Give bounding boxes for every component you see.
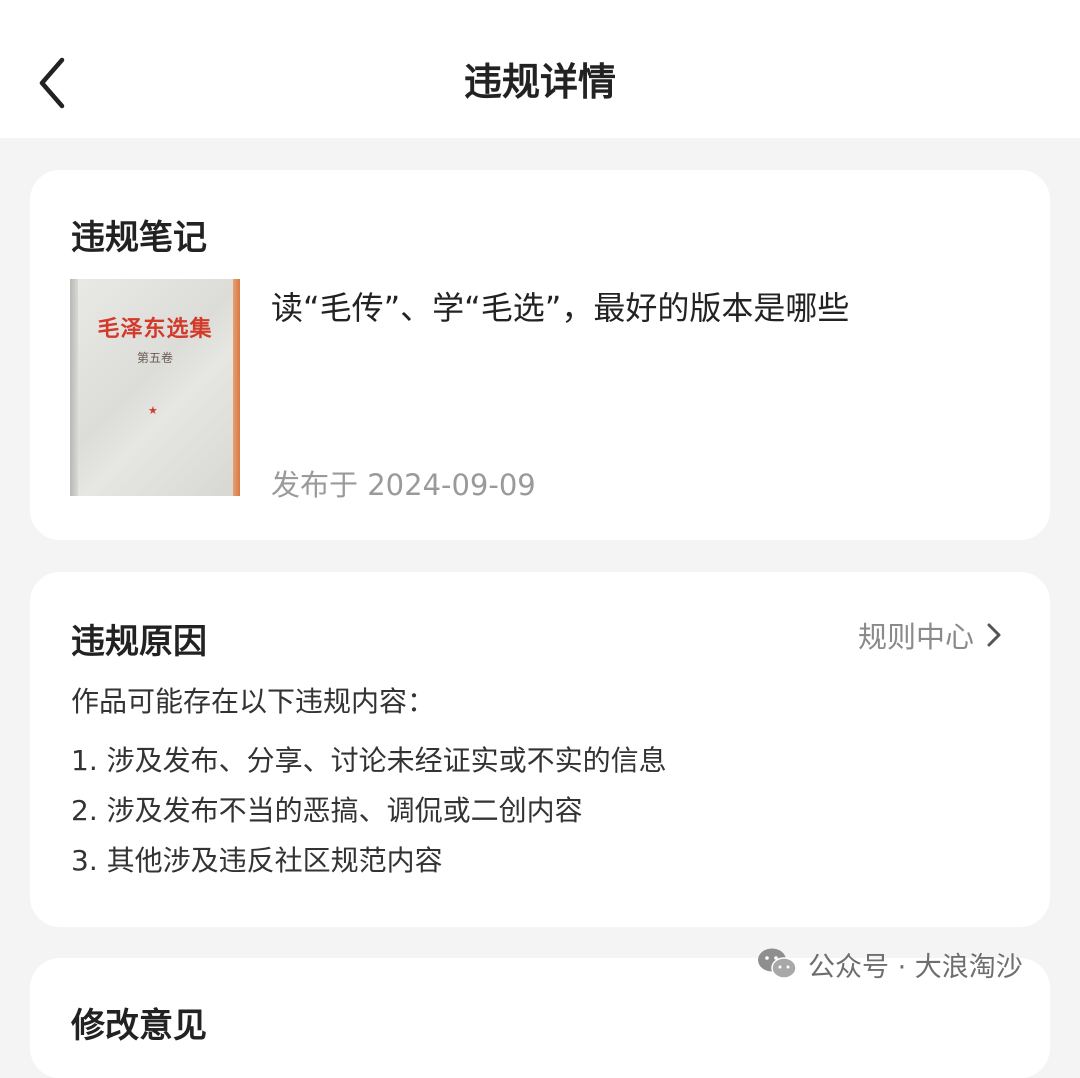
star-icon: ★ <box>148 404 158 417</box>
note-thumbnail[interactable]: 毛泽东选集 第五卷 ★ <box>70 279 240 496</box>
chevron-left-icon <box>39 57 65 109</box>
publish-date: 发布于 2024-09-09 <box>271 468 536 502</box>
violation-note-card: 违规笔记 毛泽东选集 第五卷 ★ 读“毛传”、学“毛选”，最好的版本是哪些 发布… <box>30 170 1050 540</box>
watermark-text: 公众号 · 大浪淘沙 <box>808 951 1023 983</box>
top-nav-bar <box>0 0 1080 138</box>
reason-item: 2. 涉及发布不当的恶搞、调侃或二创内容 <box>71 794 583 827</box>
reason-intro: 作品可能存在以下违规内容： <box>71 685 436 718</box>
section-title-modification-advice: 修改意见 <box>71 1006 207 1046</box>
book-cover-volume: 第五卷 <box>136 351 173 365</box>
reason-item: 1. 涉及发布、分享、讨论未经证实或不实的信息 <box>71 744 667 777</box>
section-title-violation-reason: 违规原因 <box>71 622 207 662</box>
reason-item: 3. 其他涉及违反社区规范内容 <box>71 844 443 877</box>
section-title-violation-note: 违规笔记 <box>71 218 207 258</box>
rules-center-link[interactable]: 规则中心 <box>857 617 1002 654</box>
chevron-right-icon <box>987 623 1001 647</box>
rules-center-label: 规则中心 <box>857 620 974 654</box>
watermark: 公众号 · 大浪淘沙 <box>756 944 1023 984</box>
note-title[interactable]: 读“毛传”、学“毛选”，最好的版本是哪些 <box>271 283 849 329</box>
wechat-icon <box>758 948 797 979</box>
reason-list: 1. 涉及发布、分享、讨论未经证实或不实的信息 2. 涉及发布不当的恶搞、调侃或… <box>71 742 667 892</box>
book-cover-title: 毛泽东选集 <box>97 316 213 342</box>
violation-reason-card: 违规原因 规则中心 作品可能存在以下违规内容： 1. 涉及发布、分享、讨论未经证… <box>30 572 1050 927</box>
back-button[interactable] <box>28 50 88 114</box>
